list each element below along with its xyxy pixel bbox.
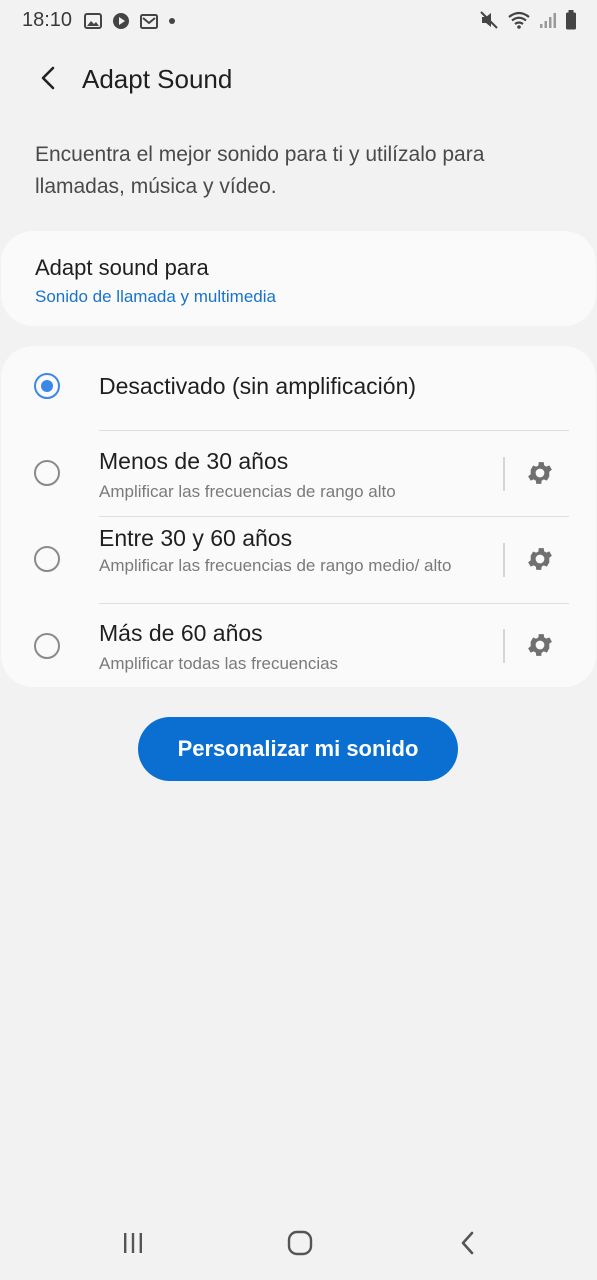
home-button[interactable] xyxy=(280,1230,320,1260)
gear-icon[interactable] xyxy=(523,628,557,662)
radio-button[interactable] xyxy=(34,633,60,659)
option-title: Desactivado (sin amplificación) xyxy=(99,373,417,399)
option-30-to-60[interactable]: Entre 30 y 60 años Amplificar las frecue… xyxy=(1,517,596,603)
play-circle-icon xyxy=(112,12,130,30)
app-bar: Adapt Sound xyxy=(0,56,597,104)
battery-icon xyxy=(565,10,577,30)
vertical-separator xyxy=(503,457,505,491)
wifi-icon xyxy=(507,10,531,30)
back-button[interactable] xyxy=(30,62,66,98)
age-options-card: Desactivado (sin amplificación) Menos de… xyxy=(1,346,596,687)
dot-icon xyxy=(168,17,176,25)
vertical-separator xyxy=(503,543,505,577)
page-description: Encuentra el mejor sonido para ti y util… xyxy=(35,143,485,198)
radio-button-selected[interactable] xyxy=(34,373,60,399)
status-time: 18:10 xyxy=(22,9,73,31)
adapt-sound-for-value: Sonido de llamada y multimedia xyxy=(35,287,276,306)
option-subtitle: Amplificar todas las frecuencias xyxy=(99,654,339,673)
gear-icon[interactable] xyxy=(523,456,557,490)
mute-icon xyxy=(479,10,499,30)
option-title: Entre 30 y 60 años xyxy=(99,525,293,551)
option-off[interactable]: Desactivado (sin amplificación) xyxy=(1,346,596,430)
nav-back-button[interactable] xyxy=(448,1230,488,1260)
recent-apps-icon xyxy=(121,1232,145,1259)
adapt-sound-for-label: Adapt sound para xyxy=(35,255,209,280)
gear-icon[interactable] xyxy=(523,542,557,576)
option-subtitle: Amplificar las frecuencias de rango medi… xyxy=(99,556,452,575)
option-subtitle: Amplificar las frecuencias de rango alto xyxy=(99,482,396,501)
option-title: Más de 60 años xyxy=(99,620,263,646)
status-bar: 18:10 xyxy=(0,0,597,44)
vertical-separator xyxy=(503,629,505,663)
option-under-30[interactable]: Menos de 30 años Amplificar las frecuenc… xyxy=(1,431,596,516)
back-arrow-icon xyxy=(38,66,58,95)
option-over-60[interactable]: Más de 60 años Amplificar todas las frec… xyxy=(1,604,596,687)
mail-icon xyxy=(140,13,158,29)
image-icon xyxy=(84,13,102,29)
home-icon xyxy=(287,1230,313,1261)
personalize-sound-button[interactable]: Personalizar mi sonido xyxy=(138,717,458,781)
adapt-sound-for-setting[interactable]: Adapt sound para Sonido de llamada y mul… xyxy=(1,231,596,326)
signal-icon xyxy=(539,11,557,29)
navigation-bar xyxy=(0,1210,597,1280)
radio-button[interactable] xyxy=(34,460,60,486)
recent-apps-button[interactable] xyxy=(113,1230,153,1260)
page-title: Adapt Sound xyxy=(82,64,233,94)
option-title: Menos de 30 años xyxy=(99,448,289,474)
radio-button[interactable] xyxy=(34,546,60,572)
back-icon xyxy=(459,1230,477,1261)
